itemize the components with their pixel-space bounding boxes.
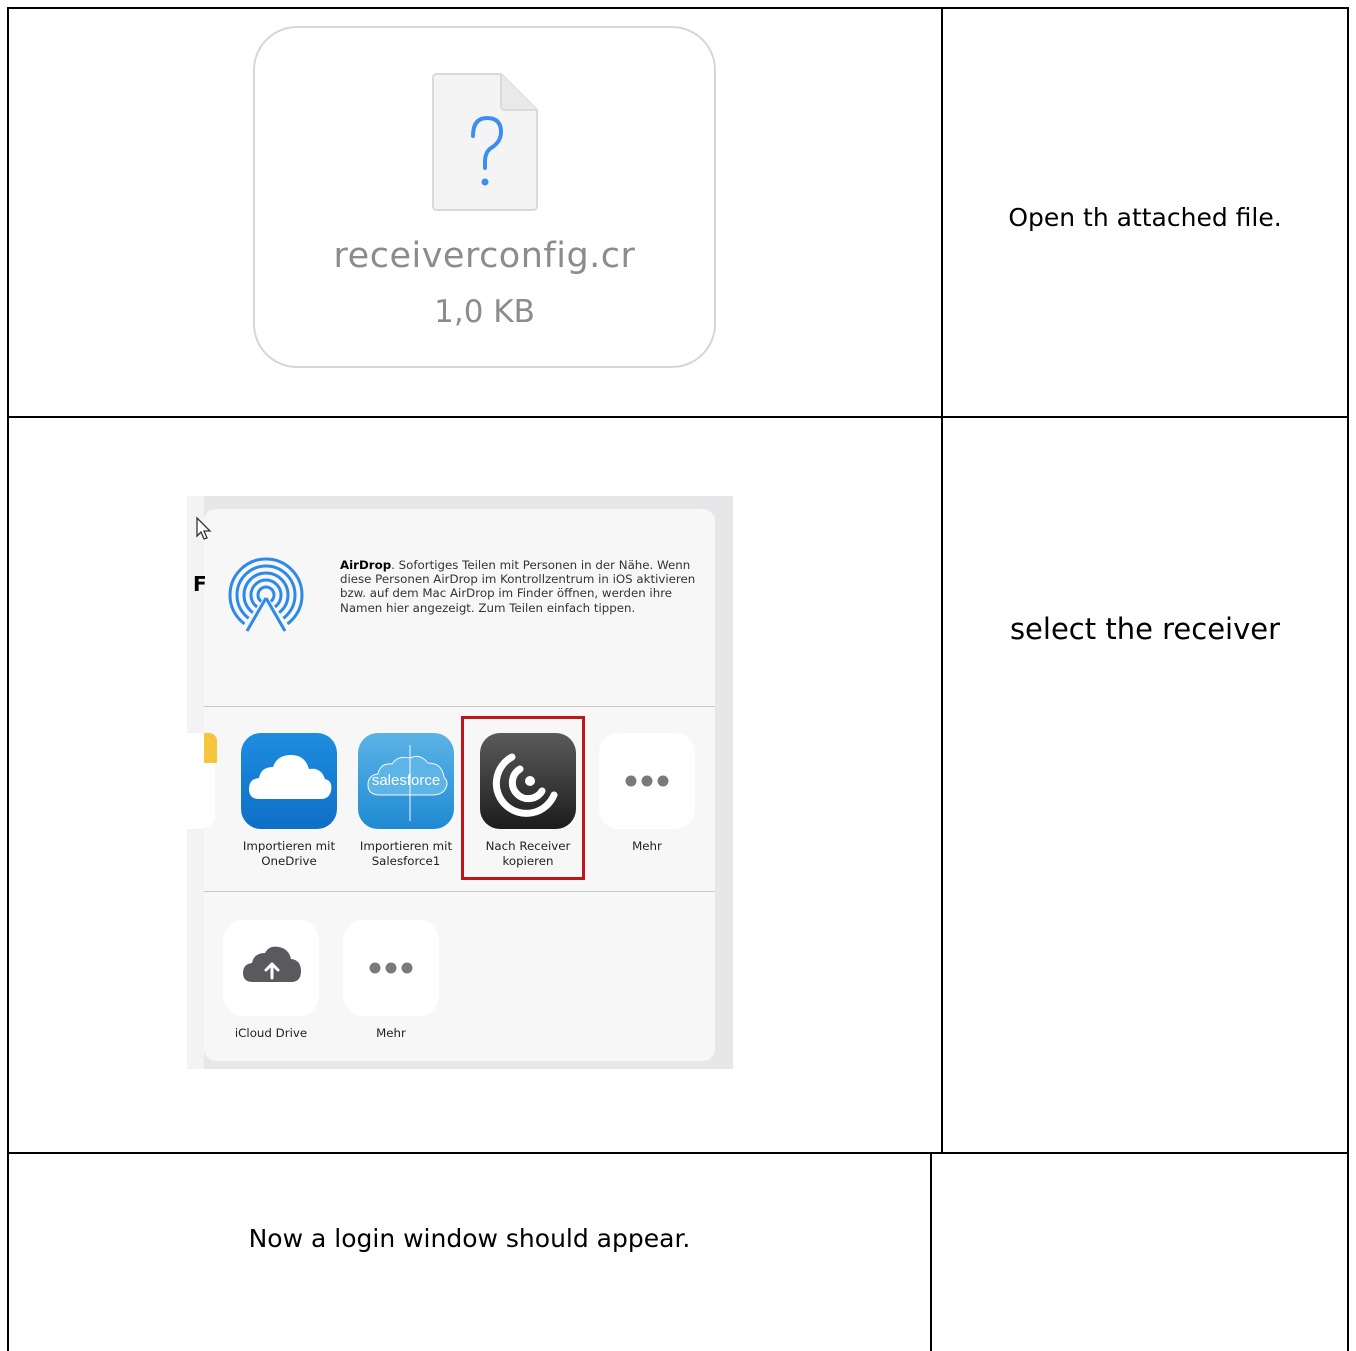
question-document-icon xyxy=(432,73,538,211)
onedrive-app-label: Importieren mit OneDrive xyxy=(242,839,336,868)
partial-left-letter: F xyxy=(193,572,207,596)
more-dots-icon xyxy=(369,962,413,974)
icloud-drive-button[interactable] xyxy=(223,920,319,1016)
more-actions-button[interactable] xyxy=(343,920,439,1016)
share-sheet-screenshot: F AirDrop. Sofortiges Teilen mit Persone… xyxy=(187,496,733,1069)
airdrop-description: AirDrop. Sofortiges Teilen mit Personen … xyxy=(340,558,705,615)
more-dots-icon xyxy=(625,775,669,787)
table-border-top xyxy=(7,7,1349,9)
table-border-left xyxy=(7,7,9,1351)
icloud-drive-label: iCloud Drive xyxy=(234,1026,308,1040)
airdrop-icon[interactable] xyxy=(227,556,305,634)
instruction-login-window: Now a login window should appear. xyxy=(248,1224,691,1253)
file-name: receiverconfig.cr xyxy=(333,236,636,276)
table-border-row1 xyxy=(7,416,1349,418)
divider-airdrop xyxy=(204,706,715,707)
table-divider-upper xyxy=(941,7,943,1154)
salesforce-cloud-icon: salesforce xyxy=(367,745,448,821)
table-divider-lower xyxy=(930,1152,932,1351)
onedrive-cloud-icon xyxy=(249,755,332,799)
attachment-card[interactable]: receiverconfig.cr 1,0 KB xyxy=(253,26,716,368)
more-apps-label: Mehr xyxy=(632,839,662,853)
salesforce-app-button[interactable]: salesforce xyxy=(358,733,454,829)
instruction-select-receiver: select the receiver xyxy=(1009,612,1281,646)
icloud-upload-icon xyxy=(243,946,301,982)
mouse-pointer-icon xyxy=(196,516,212,540)
onedrive-app-button[interactable] xyxy=(241,733,337,829)
table-border-right xyxy=(1347,7,1349,1351)
instruction-open-file: Open th attached file. xyxy=(1008,203,1282,232)
more-actions-label: Mehr xyxy=(376,1026,406,1040)
more-apps-button[interactable] xyxy=(599,733,695,829)
airdrop-title: AirDrop xyxy=(340,558,392,572)
salesforce-app-label: Importieren mit Salesforce1 xyxy=(359,839,453,868)
partial-app-tile-accent xyxy=(204,733,217,763)
airdrop-body: . Sofortiges Teilen mit Personen in der … xyxy=(340,558,696,615)
file-size: 1,0 KB xyxy=(434,294,535,330)
divider-apps xyxy=(204,891,715,892)
table-border-row2 xyxy=(7,1152,1349,1154)
receiver-highlight-box xyxy=(461,716,585,880)
salesforce-wordmark: salesforce xyxy=(372,772,440,789)
